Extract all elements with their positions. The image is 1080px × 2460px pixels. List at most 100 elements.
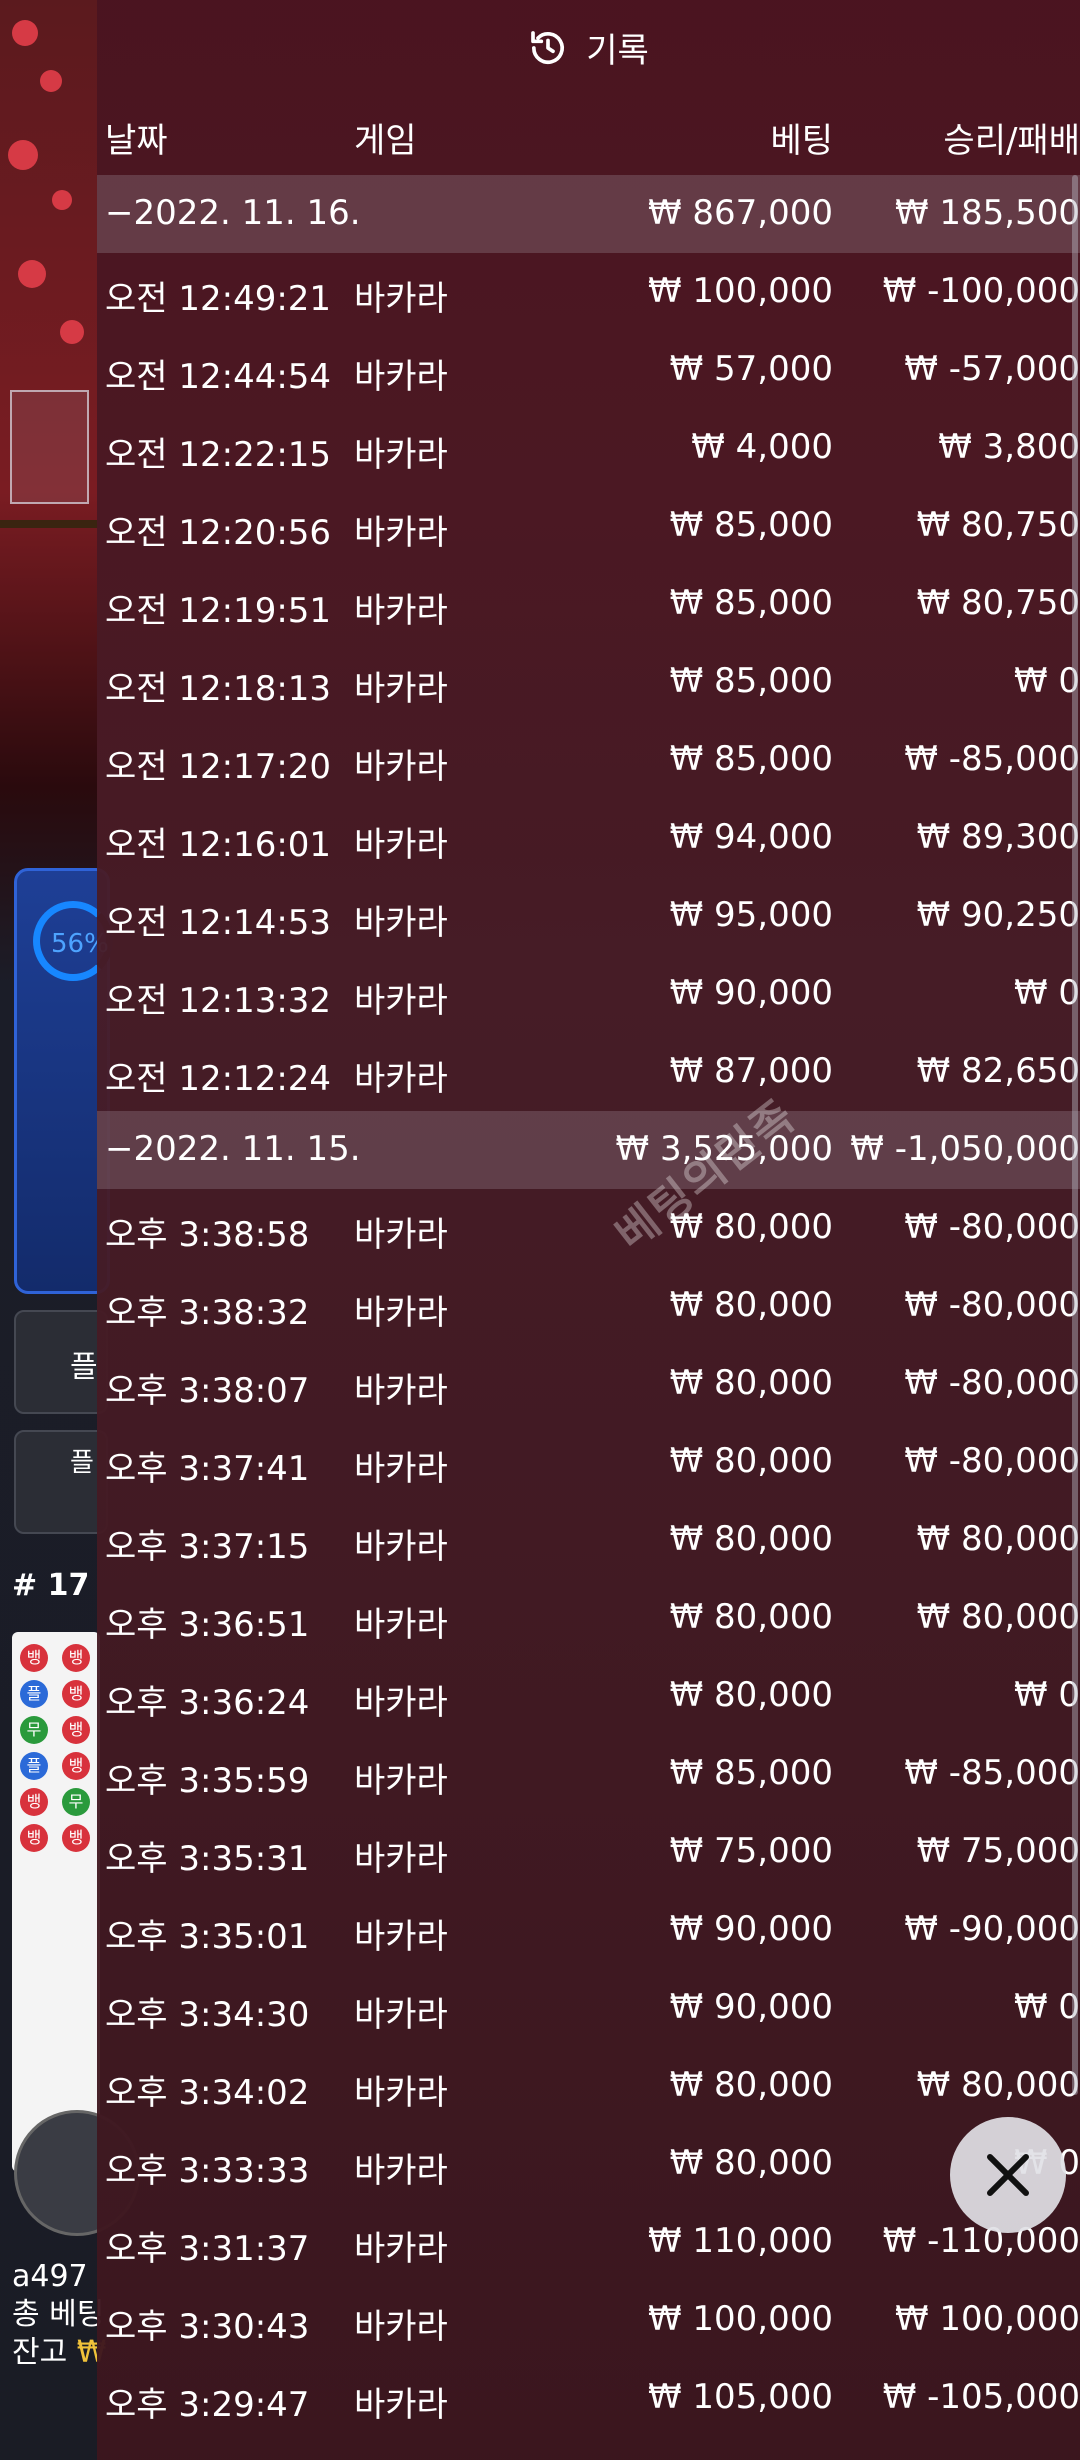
row-game: 바카라	[354, 591, 448, 631]
history-row[interactable]: 오후 3:37:41 바카라 ₩ 80,000 ₩ -80,000	[97, 1423, 1080, 1501]
history-row[interactable]: 오전 12:44:54 바카라 ₩ 57,000 ₩ -57,000	[97, 331, 1080, 409]
road-mark: 뱅	[62, 1752, 90, 1780]
history-row[interactable]: 오후 3:33:33바카라₩ 80,000₩ 0	[97, 2125, 1080, 2203]
row-game: 바카라	[354, 435, 448, 475]
close-button[interactable]	[950, 2117, 1066, 2233]
history-row[interactable]: 오후 3:34:30 바카라 ₩ 90,000 ₩ 0	[97, 1969, 1080, 2047]
row-bet: ₩ 90,000	[669, 973, 833, 1013]
history-row[interactable]: 오전 12:19:51 바카라 ₩ 85,000 ₩ 80,750	[97, 565, 1080, 643]
history-row[interactable]: 오후 3:35:01 바카라 ₩ 90,000 ₩ -90,000	[97, 1891, 1080, 1969]
row-result: ₩ 80,750	[916, 505, 1080, 545]
total-bet-label: 총 베팅	[12, 2297, 105, 2332]
history-row[interactable]: 오후 3:38:58 바카라 ₩ 80,000 ₩ -80,000	[97, 1189, 1080, 1267]
road-mark: 뱅	[20, 1788, 48, 1816]
blossom-decoration	[52, 190, 72, 210]
row-result: ₩ 80,000	[916, 1597, 1080, 1637]
row-time: 오후 3:30:43	[105, 2307, 310, 2347]
row-game: 바카라	[354, 825, 448, 865]
row-time: 오후 3:37:41	[105, 1449, 310, 1489]
row-time: 오전 12:22:15	[105, 435, 332, 475]
history-row[interactable]: 오후 3:35:59 바카라 ₩ 85,000 ₩ -85,000	[97, 1735, 1080, 1813]
history-row[interactable]: 오전 12:14:53 바카라 ₩ 95,000 ₩ 90,250	[97, 877, 1080, 955]
history-row[interactable]: 오후 3:36:24 바카라 ₩ 80,000 ₩ 0	[97, 1657, 1080, 1735]
row-result: ₩ -80,000	[904, 1363, 1080, 1403]
history-row[interactable]: 오전 12:18:13 바카라 ₩ 85,000 ₩ 0	[97, 643, 1080, 721]
row-result: ₩ -105,000	[882, 2377, 1080, 2417]
blossom-decoration	[18, 260, 46, 288]
history-row[interactable]: 오후 3:34:02 바카라 ₩ 80,000 ₩ 80,000	[97, 2047, 1080, 2125]
row-bet: ₩ 80,000	[669, 1597, 833, 1637]
row-bet: ₩ 85,000	[669, 661, 833, 701]
group-date: −2022. 11. 15.	[105, 1129, 361, 1169]
row-bet: ₩ 110,000	[647, 2221, 833, 2261]
row-result: ₩ 80,000	[916, 2065, 1080, 2105]
row-time: 오후 3:38:58	[105, 1215, 310, 1255]
round-number: # 17	[12, 1568, 90, 1603]
column-game: 게임	[354, 121, 417, 161]
table-edge	[0, 520, 100, 528]
history-row[interactable]: 오전 12:12:24 바카라 ₩ 87,000 ₩ 82,650	[97, 1033, 1080, 1111]
row-time: 오전 12:20:56	[105, 513, 332, 553]
history-row[interactable]: 오전 12:16:01 바카라 ₩ 94,000 ₩ 89,300	[97, 799, 1080, 877]
row-time: 오후 3:38:07	[105, 1371, 310, 1411]
row-time: 오전 12:49:21	[105, 279, 332, 319]
player-bet-button[interactable]: 플	[14, 1310, 108, 1414]
date-group-row[interactable]: −2022. 11. 16. ₩ 867,000 ₩ 185,500	[97, 175, 1080, 253]
scrollbar[interactable]	[1072, 175, 1078, 2095]
road-mark: 뱅	[62, 1680, 90, 1708]
history-row[interactable]: 오전 12:20:56 바카라 ₩ 85,000 ₩ 80,750	[97, 487, 1080, 565]
road-mark: 플	[20, 1752, 48, 1780]
row-bet: ₩ 80,000	[669, 1675, 833, 1715]
row-game: 바카라	[354, 357, 448, 397]
blossom-decoration	[12, 20, 38, 46]
history-row[interactable]: 오후 3:38:07 바카라 ₩ 80,000 ₩ -80,000	[97, 1345, 1080, 1423]
history-row[interactable]: 오후 3:37:15 바카라 ₩ 80,000 ₩ 80,000	[97, 1501, 1080, 1579]
group-bet-total: ₩ 867,000	[647, 193, 833, 233]
row-bet: ₩ 94,000	[669, 817, 833, 857]
balance-row: 잔고 ₩	[12, 2334, 106, 2372]
row-game: 바카라	[354, 1917, 448, 1957]
player-pair-button[interactable]: 플	[14, 1430, 108, 1534]
row-bet: ₩ 100,000	[647, 2299, 833, 2339]
bead-road: 뱅 뱅 플 뱅 무 뱅 플 뱅 뱅 무 뱅 뱅	[12, 1632, 100, 2172]
history-row[interactable]: 오후 3:35:31 바카라 ₩ 75,000 ₩ 75,000	[97, 1813, 1080, 1891]
row-result: ₩ 0	[1013, 1987, 1080, 2027]
blossom-decoration	[8, 140, 38, 170]
column-bet: 베팅	[770, 121, 833, 161]
history-row[interactable]: 오후 3:29:47 바카라 ₩ 105,000 ₩ -105,000	[97, 2359, 1080, 2437]
history-row[interactable]: 오후 3:38:32 바카라 ₩ 80,000 ₩ -80,000	[97, 1267, 1080, 1345]
row-bet: ₩ 80,000	[669, 1363, 833, 1403]
road-mark: 뱅	[62, 1644, 90, 1672]
road-mark: 뱅	[20, 1644, 48, 1672]
row-result: ₩ 82,650	[916, 1051, 1080, 1091]
history-row[interactable]: 오전 12:22:15 바카라 ₩ 4,000 ₩ 3,800	[97, 409, 1080, 487]
row-game: 바카라	[354, 981, 448, 1021]
history-list: −2022. 11. 16. ₩ 867,000 ₩ 185,500 오전 12:49…	[97, 175, 1080, 2437]
row-result: ₩ -85,000	[904, 739, 1080, 779]
history-row[interactable]: 오전 12:13:32 바카라 ₩ 90,000 ₩ 0	[97, 955, 1080, 1033]
row-game: 바카라	[354, 1293, 448, 1333]
row-time: 오후 3:36:24	[105, 1683, 310, 1723]
history-row[interactable]: 오후 3:30:43 바카라 ₩ 100,000 ₩ 100,000	[97, 2281, 1080, 2359]
blossom-decoration	[60, 320, 84, 344]
row-result: ₩ -80,000	[904, 1207, 1080, 1247]
row-result: ₩ -80,000	[904, 1441, 1080, 1481]
history-row[interactable]: 오후 3:36:51 바카라 ₩ 80,000 ₩ 80,000	[97, 1579, 1080, 1657]
row-result: ₩ 0	[1013, 661, 1080, 701]
row-game: 바카라	[354, 747, 448, 787]
history-title: 기록	[586, 31, 649, 71]
history-row[interactable]: 오전 12:17:20 바카라 ₩ 85,000 ₩ -85,000	[97, 721, 1080, 799]
row-bet: ₩ 75,000	[669, 1831, 833, 1871]
row-time: 오후 3:34:02	[105, 2073, 310, 2113]
row-result: ₩ 0	[1013, 973, 1080, 1013]
row-game: 바카라	[354, 513, 448, 553]
row-bet: ₩ 100,000	[647, 271, 833, 311]
row-result: ₩ 90,250	[916, 895, 1080, 935]
history-row[interactable]: 오후 3:31:37 바카라 ₩ 110,000 ₩ -110,000	[97, 2203, 1080, 2281]
row-game: 바카라	[354, 279, 448, 319]
date-group-row[interactable]: −2022. 11. 15. ₩ 3,525,000 ₩ -1,050,000	[97, 1111, 1080, 1189]
row-result: ₩ 75,000	[916, 1831, 1080, 1871]
history-row[interactable]: 오전 12:49:21 바카라 ₩ 100,000 ₩ -100,000	[97, 253, 1080, 331]
row-time: 오후 3:38:32	[105, 1293, 310, 1333]
row-game: 바카라	[354, 1605, 448, 1645]
